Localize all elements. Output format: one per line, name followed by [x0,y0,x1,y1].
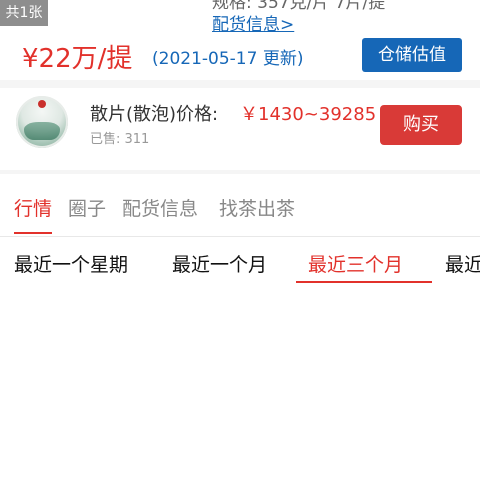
storage-valuation-button[interactable]: 仓储估值 [362,38,462,72]
image-count-badge: 共1张 [0,0,48,26]
period-week[interactable]: 最近一个星期 [14,250,128,277]
tea-cake-image[interactable] [16,96,68,148]
period-three-months[interactable]: 最近三个月 [308,250,403,277]
price-per-tong: ¥22万/提 [22,44,133,74]
period-month[interactable]: 最近一个月 [172,250,267,277]
main-tabs: 行情 圈子 配货信息 找茶出茶 [0,174,480,237]
seal-mark [38,100,46,108]
active-tab-indicator [14,232,52,234]
active-period-indicator [296,281,432,283]
bulk-price-label: 散片(散泡)价格: [90,104,219,125]
product-row: 散片(散泡)价格: ￥1430~39285 已售: 311 购买 [0,88,480,170]
bulk-price-range: ￥1430~39285 [240,104,377,125]
buy-button[interactable]: 购买 [380,105,462,145]
period-more[interactable]: 最近 [445,250,480,277]
header-section: 共1张 规格: 357克/片 7片/提 配货信息> ¥22万/提 (2021-0… [0,0,480,80]
peihuo-info-link[interactable]: 配货信息> [212,10,294,35]
mountain-graphic [24,122,60,140]
tab-market[interactable]: 行情 [14,194,52,221]
tab-circle[interactable]: 圈子 [68,194,106,221]
price-chart-area [0,286,480,480]
sold-count: 已售: 311 [90,132,150,147]
update-date: (2021-05-17 更新) [152,49,304,69]
tab-find-tea[interactable]: 找茶出茶 [219,194,295,221]
section-divider [0,80,480,88]
tab-peihuo[interactable]: 配货信息 [122,194,198,221]
period-selector: 最近一个星期 最近一个月 最近三个月 最近 [0,238,480,284]
